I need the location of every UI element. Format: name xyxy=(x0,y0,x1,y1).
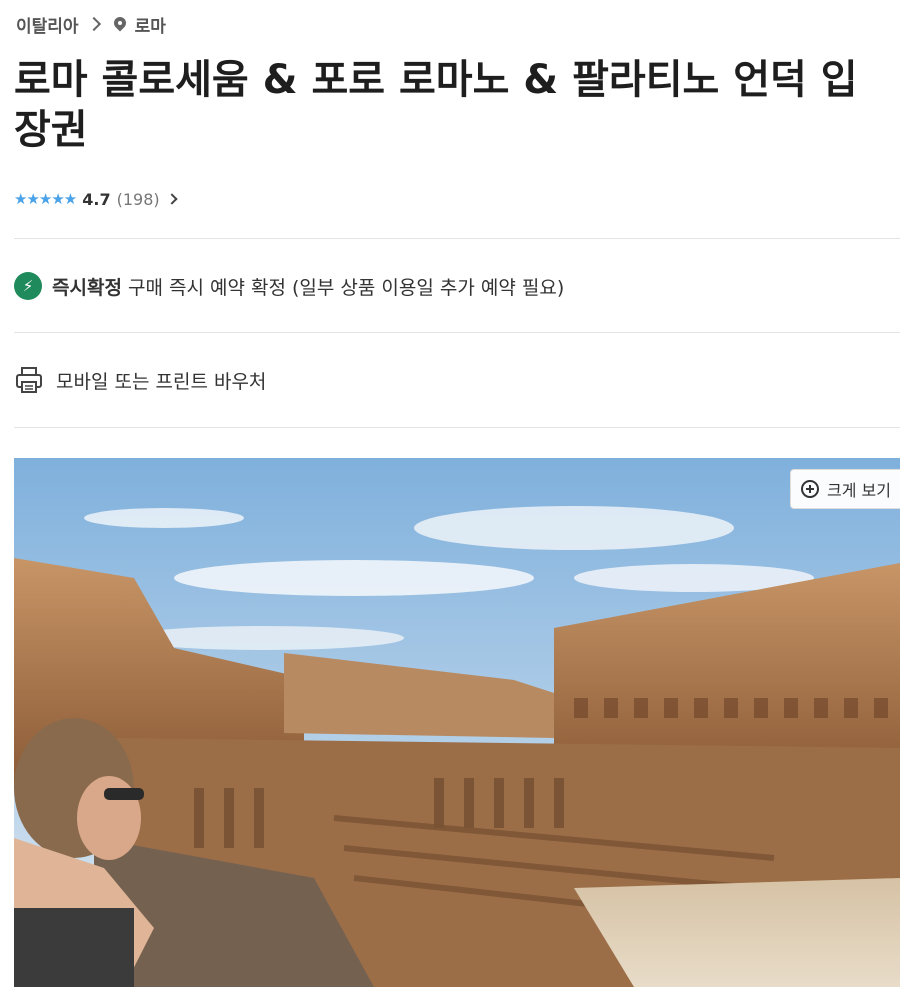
plus-circle-icon xyxy=(801,480,819,498)
printer-icon xyxy=(16,367,42,393)
breadcrumb-country[interactable]: 이탈리아 xyxy=(16,12,79,37)
hero-image[interactable]: 크게 보기 xyxy=(14,458,900,987)
voucher-text: 모바일 또는 프린트 바우처 xyxy=(56,370,267,393)
breadcrumb-city[interactable]: 로마 xyxy=(135,12,166,37)
breadcrumb: 이탈리아 로마 xyxy=(16,10,166,38)
star-rating-icons: ★★★★★ xyxy=(14,190,77,208)
review-count: (198) xyxy=(116,189,160,209)
rating-row[interactable]: ★★★★★ 4.7 (198) xyxy=(14,187,178,211)
rating-score: 4.7 xyxy=(82,189,111,209)
page-title: 로마 콜로세움 & 포로 로마노 & 팔라티노 언덕 입장권 xyxy=(14,57,858,153)
instant-confirm-desc: 구매 즉시 예약 확정 (일부 상품 이용일 추가 예약 필요) xyxy=(127,276,565,299)
chevron-right-icon xyxy=(86,16,101,32)
zoom-button[interactable]: 크게 보기 xyxy=(790,469,900,509)
instant-confirm-label: 즉시확정 xyxy=(52,276,122,299)
pin-icon xyxy=(113,17,127,31)
divider xyxy=(14,238,900,239)
instant-confirm-row: ⚡ 즉시확정 구매 즉시 예약 확정 (일부 상품 이용일 추가 예약 필요) xyxy=(14,270,564,302)
zoom-label: 크게 보기 xyxy=(827,481,891,500)
chevron-right-icon xyxy=(165,193,178,205)
lightning-icon: ⚡ xyxy=(14,272,42,300)
voucher-row: 모바일 또는 프린트 바우처 xyxy=(14,364,266,396)
divider xyxy=(14,427,900,428)
colosseum-photo xyxy=(14,458,900,987)
divider xyxy=(14,332,900,333)
